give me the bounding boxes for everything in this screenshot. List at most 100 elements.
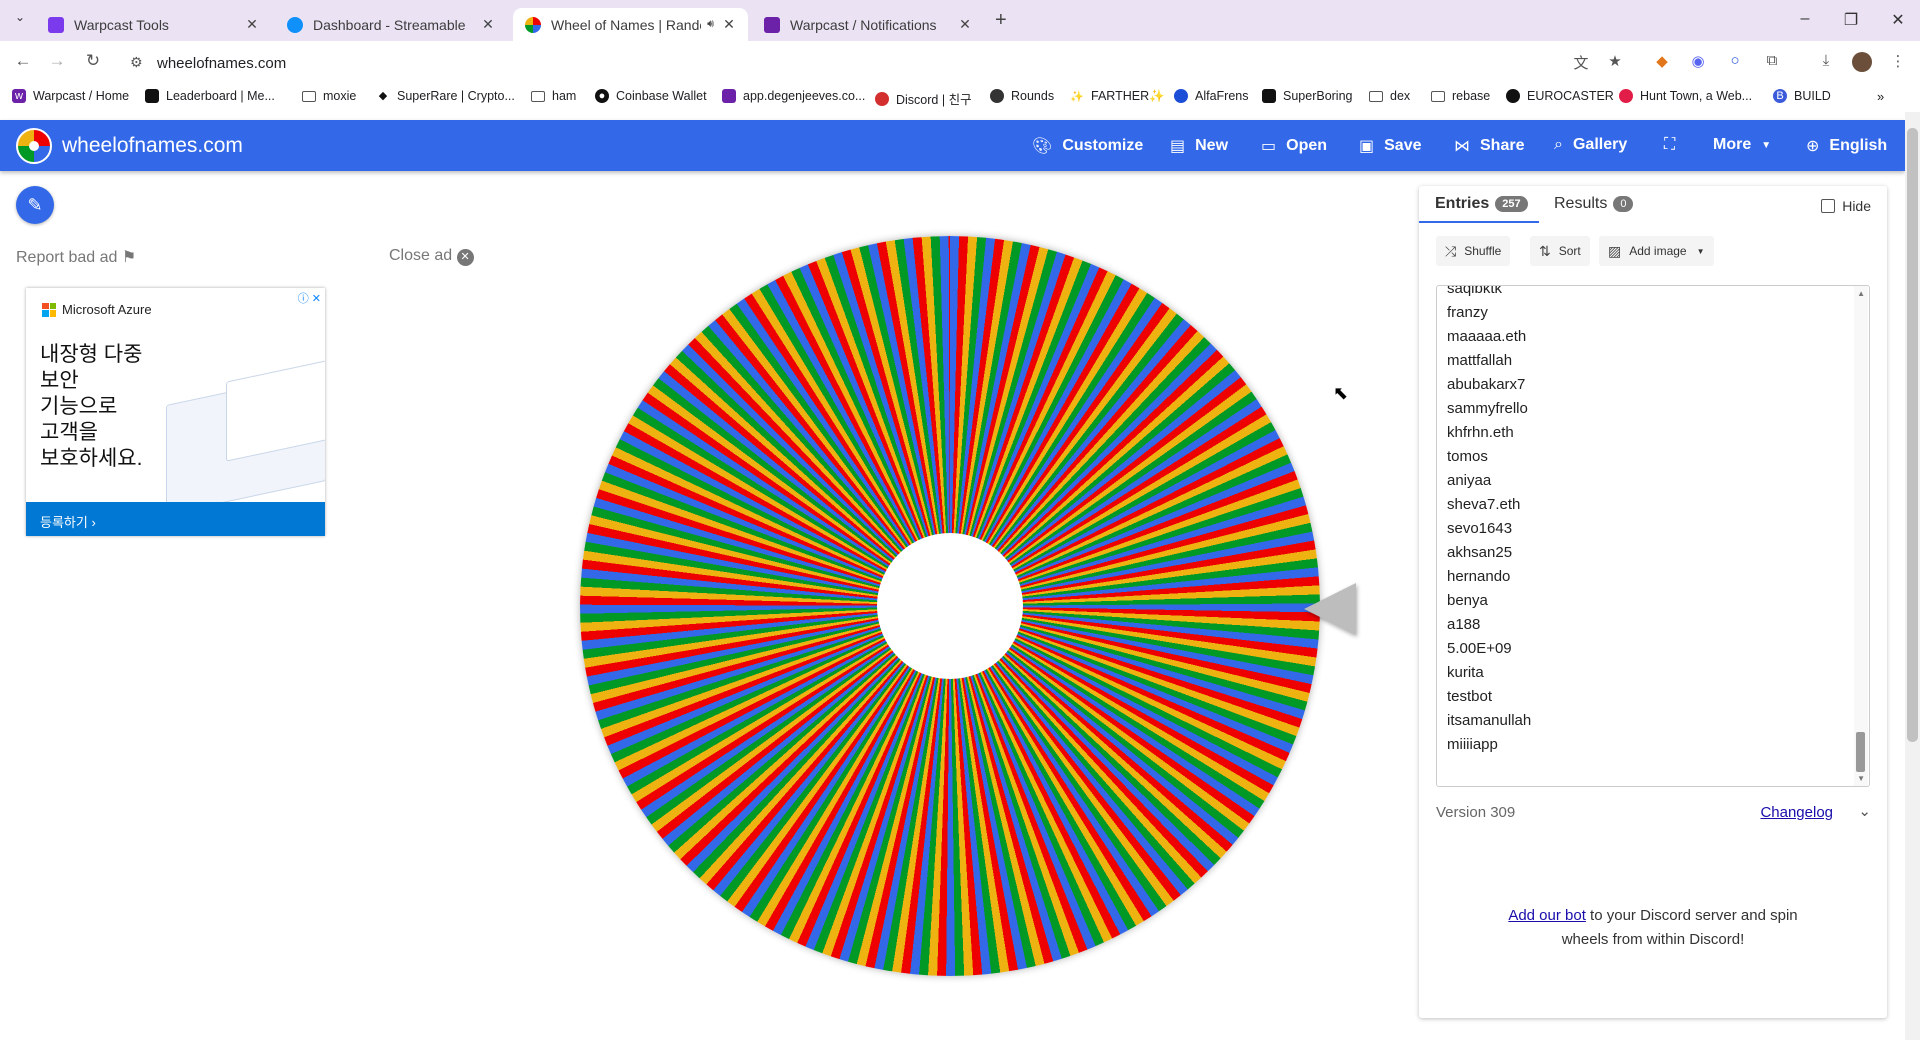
metamask-extension-icon[interactable]: ◆	[1652, 52, 1672, 72]
translate-icon[interactable]: 文	[1571, 52, 1591, 72]
site-info-icon[interactable]: ⚙	[130, 54, 143, 71]
streamable-favicon-icon	[287, 16, 303, 33]
bookmarks-bar: w Warpcast / Home Leaderboard | Me... mox…	[0, 85, 1920, 112]
checkbox-icon	[1821, 199, 1836, 213]
bookmark-farther[interactable]: ✨ FARTHER✨	[1070, 89, 1165, 104]
scrollbar-thumb[interactable]	[1856, 732, 1865, 772]
back-icon[interactable]: ←	[12, 51, 34, 71]
image-icon: ▨	[1608, 242, 1622, 259]
tab-results[interactable]: Results 0	[1554, 195, 1634, 213]
fullscreen-icon: ⛶	[1664, 136, 1676, 153]
ad-cta-button[interactable]: 등록하기 ›	[26, 502, 325, 536]
entries-textarea[interactable]: saqibktk franzy maaaaa.eth mattfallah ab…	[1436, 285, 1870, 787]
browser-menu-icon[interactable]: ⋮	[1888, 52, 1908, 72]
chevron-down-icon[interactable]: ⌄	[1858, 802, 1871, 820]
close-tab-icon[interactable]: ✕	[245, 16, 259, 33]
list-item: 5.00E+09	[1447, 640, 1512, 657]
wheel-logo-icon[interactable]	[16, 128, 52, 164]
wheel-center-hub[interactable]	[877, 533, 1023, 679]
browser-tab-wheel-of-names[interactable]: Wheel of Names | Random 🔊︎ ✕	[513, 8, 748, 41]
speaker-icon[interactable]: 🔊︎	[707, 18, 714, 31]
close-tab-icon[interactable]: ✕	[958, 16, 972, 33]
folder-icon	[302, 90, 316, 102]
reload-icon[interactable]: ↻	[82, 51, 104, 71]
minimize-icon[interactable]: –	[1795, 10, 1815, 28]
menu-gallery[interactable]: ⌕ Gallery	[1554, 136, 1627, 154]
discord-extension-icon[interactable]: ◉	[1688, 52, 1708, 72]
page-scrollbar[interactable]	[1905, 112, 1920, 1040]
close-window-icon[interactable]: ✕	[1888, 10, 1908, 30]
tab-search-icon[interactable]: ⌄	[12, 10, 28, 30]
ad-choices-icon[interactable]: ⓘ ✕	[298, 290, 321, 306]
list-item: maaaaa.eth	[1447, 328, 1527, 345]
extension-circle-icon[interactable]: ○	[1725, 52, 1745, 72]
menu-save[interactable]: ▣ Save	[1359, 136, 1422, 156]
add-image-button[interactable]: ▨ Add image ▼	[1599, 236, 1714, 266]
bookmark-star-icon[interactable]: ★	[1605, 52, 1625, 72]
list-item: a188	[1447, 616, 1481, 633]
bookmark-discord[interactable]: Discord | 친구	[875, 89, 972, 108]
ad-headline: 내장형 다중 보안 기능으로 고객을 보호하세요.	[40, 343, 143, 470]
bookmark-hunt-town[interactable]: Hunt Town, a Web...	[1619, 89, 1752, 103]
list-item: benya	[1447, 592, 1488, 609]
browser-nav-bar: ← → ↻ ⚙ wheelofnames.com 文 ★ ◆ ◉ ○ ⧉ ⤓ ⋮	[0, 41, 1920, 85]
menu-customize[interactable]: 🎨︎ Customize	[1032, 136, 1143, 156]
bookmark-degenjeeves[interactable]: app.degenjeeves.co...	[722, 89, 865, 103]
search-icon: ⌕	[1554, 136, 1563, 153]
close-ad-link[interactable]: Close ad ✕	[389, 247, 474, 266]
forward-icon[interactable]: →	[46, 51, 68, 71]
bookmark-folder-moxie[interactable]: moxie	[302, 89, 356, 103]
entries-panel: Entries 257 Results 0 Hide ⤮ Shuffle ⇅ Sort …	[1419, 186, 1887, 1018]
bookmark-coinbase-wallet[interactable]: ● Coinbase Wallet	[595, 89, 707, 103]
bookmark-alfafrens[interactable]: AlfaFrens	[1174, 89, 1249, 103]
bookmark-build[interactable]: B BUILD	[1773, 89, 1831, 103]
menu-language[interactable]: ⊕ English	[1806, 136, 1887, 156]
scroll-up-arrow-icon[interactable]: ▲	[1857, 289, 1865, 298]
browser-tab-warpcast-tools[interactable]: Warpcast Tools ✕	[36, 8, 271, 41]
bookmark-folder-rebase[interactable]: rebase	[1431, 89, 1490, 103]
new-tab-plus-icon[interactable]: +	[995, 9, 1007, 32]
changelog-link[interactable]: Changelog	[1760, 804, 1833, 821]
menu-share[interactable]: ⋈ Share	[1454, 136, 1524, 156]
bookmarks-overflow-icon[interactable]: »	[1877, 89, 1884, 104]
menu-fullscreen[interactable]: ⛶	[1664, 136, 1685, 154]
report-bad-ad-link[interactable]: Report bad ad ⚑	[16, 247, 136, 267]
menu-new[interactable]: ▤ New	[1170, 136, 1228, 156]
bookmark-leaderboard[interactable]: Leaderboard | Me...	[145, 89, 275, 103]
wheel-container[interactable]	[580, 236, 1320, 976]
bookmark-folder-dex[interactable]: dex	[1369, 89, 1410, 103]
chevron-down-icon: ▼	[1761, 139, 1772, 151]
bookmark-superboring[interactable]: SuperBoring	[1262, 89, 1353, 103]
browser-tab-streamable[interactable]: Dashboard - Streamable ✕	[275, 8, 507, 41]
address-bar[interactable]: wheelofnames.com	[157, 55, 286, 72]
hide-checkbox[interactable]: Hide	[1821, 198, 1871, 214]
shuffle-button[interactable]: ⤮ Shuffle	[1436, 236, 1511, 266]
warpcast-favicon-icon	[48, 16, 64, 33]
bookmark-eurocaster[interactable]: EUROCASTER	[1506, 89, 1614, 103]
sort-button[interactable]: ⇅ Sort	[1530, 236, 1590, 266]
menu-open[interactable]: ▭ Open	[1261, 136, 1327, 156]
ad-banner[interactable]: Microsoft Azure ⓘ ✕ 내장형 다중 보안 기능으로 고객을 보…	[26, 288, 325, 536]
tab-entries[interactable]: Entries 257	[1435, 195, 1528, 213]
bookmark-warpcast-home[interactable]: w Warpcast / Home	[12, 89, 129, 103]
list-item: sheva7.eth	[1447, 496, 1521, 513]
add-bot-link[interactable]: Add our bot	[1508, 907, 1586, 924]
edit-pencil-button[interactable]: ✎	[16, 186, 54, 224]
extensions-puzzle-icon[interactable]: ⧉	[1762, 52, 1782, 72]
menu-more[interactable]: More ▼	[1713, 136, 1771, 154]
page-scrollbar-thumb[interactable]	[1907, 128, 1918, 742]
bookmark-superrare[interactable]: ◆ SuperRare | Crypto...	[376, 89, 515, 103]
close-tab-icon[interactable]: ✕	[481, 16, 495, 33]
discord-promo: Add our bot to your Discord server and s…	[1508, 907, 1798, 948]
browser-tab-warpcast-notifications[interactable]: Warpcast / Notifications ✕	[752, 8, 984, 41]
download-icon[interactable]: ⤓	[1816, 52, 1836, 72]
close-tab-icon[interactable]: ✕	[722, 16, 736, 33]
entries-scrollbar[interactable]: ▲ ▼	[1854, 286, 1868, 786]
bookmark-folder-ham[interactable]: ham	[531, 89, 576, 103]
profile-avatar-icon[interactable]	[1852, 52, 1872, 72]
restore-icon[interactable]: ❐	[1841, 10, 1861, 30]
scroll-down-arrow-icon[interactable]: ▼	[1857, 774, 1865, 783]
brand-title[interactable]: wheelofnames.com	[62, 134, 243, 158]
list-item: mattfallah	[1447, 352, 1513, 369]
bookmark-rounds[interactable]: Rounds	[990, 89, 1054, 103]
